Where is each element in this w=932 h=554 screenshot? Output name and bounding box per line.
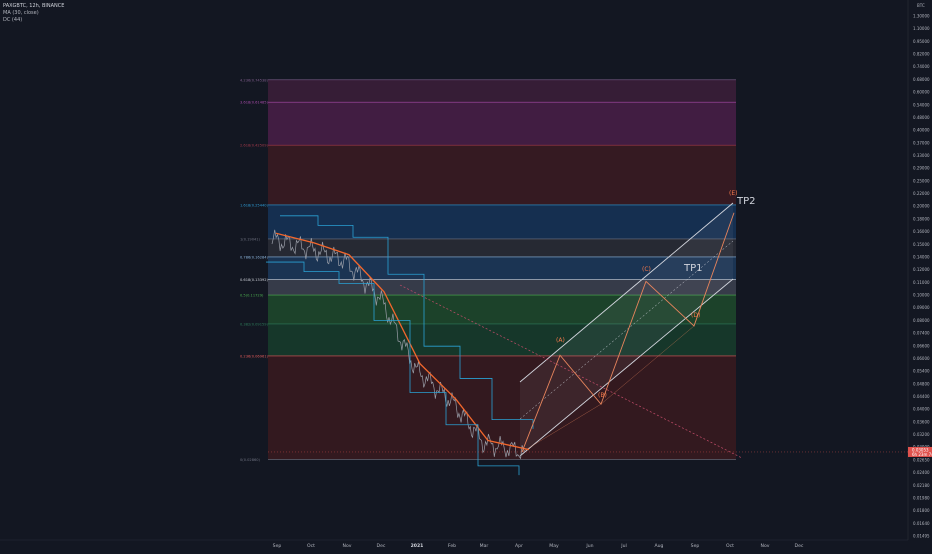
price-axis-tick: 0.82000 xyxy=(913,52,930,57)
price-axis-tick: 0.06600 xyxy=(913,343,930,348)
price-axis-tick: 0.18000 xyxy=(913,216,930,221)
price-axis-tick: 0.22000 xyxy=(913,191,930,196)
price-axis-tick: 0.01980 xyxy=(913,495,930,500)
price-axis-tick: 0.07400 xyxy=(913,331,930,336)
time-axis-label: Aug xyxy=(655,543,664,549)
price-axis-tick: 0.48000 xyxy=(913,115,930,120)
wave-label-a: (A) xyxy=(556,337,565,344)
tp1-label: TP1 xyxy=(683,263,703,274)
time-axis-label: Dec xyxy=(795,543,804,549)
time-axis-label: Nov xyxy=(343,543,352,549)
price-axis-tick: 0.04800 xyxy=(913,381,930,386)
price-axis-tick: 0.04400 xyxy=(913,394,930,399)
fib-level-label: 0.236(0.06961) xyxy=(240,354,269,358)
time-axis-label: May xyxy=(549,543,559,549)
fib-level-label: 4.236(0.74538) xyxy=(240,78,269,82)
time-axis-label: Jun xyxy=(585,543,593,549)
price-axis-tick: 0.14000 xyxy=(913,254,930,259)
price-axis-tick: 0.04000 xyxy=(913,407,930,412)
price-axis-tick: 0.40000 xyxy=(913,128,930,133)
price-axis-tick: 1.10000 xyxy=(913,26,930,31)
price-axis-tick: 0.02650 xyxy=(913,457,930,462)
price-axis-tick: 0.20000 xyxy=(913,204,930,209)
price-axis-tick: 0.33000 xyxy=(913,153,930,158)
dc-indicator-label[interactable]: DC (44) xyxy=(3,17,64,24)
time-axis-label: Feb xyxy=(448,543,456,549)
price-axis-tick: 0.02180 xyxy=(913,483,930,488)
price-axis-tick: 0.01800 xyxy=(913,508,930,513)
fib-level-label: 0.5(0.11729) xyxy=(240,294,264,298)
price-axis-tick: 0.60000 xyxy=(913,90,930,95)
fib-level-label: 0.786(0.16284) xyxy=(240,255,269,259)
fib-level-label: 0.382(0.09159) xyxy=(240,322,269,326)
price-axis-tick: 0.95000 xyxy=(913,39,930,44)
time-axis-label: Sep xyxy=(691,543,700,549)
price-axis-tick: 1.30000 xyxy=(913,14,930,19)
fib-zone xyxy=(268,238,736,257)
fib-zone xyxy=(268,79,736,103)
time-axis-label: Nov xyxy=(761,543,770,549)
tp2-label: TP2 xyxy=(736,196,756,207)
wave-label-c: (C) xyxy=(642,266,651,273)
price-axis-tick: 0.01640 xyxy=(913,521,930,526)
price-axis-tick: 0.11000 xyxy=(913,280,930,285)
symbol-title[interactable]: PAXGBTC, 12h, BINANCE xyxy=(3,3,64,10)
price-axis-tick: 0.54000 xyxy=(913,102,930,107)
price-axis-tick: 0.03600 xyxy=(913,419,930,424)
time-axis-label: 2021 xyxy=(411,543,424,549)
price-axis-tick: 0.03200 xyxy=(913,432,930,437)
price-axis-tick: 0.06000 xyxy=(913,356,930,361)
price-axis-tick: 0.29000 xyxy=(913,166,930,171)
price-axis-tick: 0.08000 xyxy=(913,318,930,323)
currency-label: BTC xyxy=(917,3,925,8)
fib-zone xyxy=(268,102,736,146)
fib-zone xyxy=(268,204,736,239)
wave-label-b: (B) xyxy=(598,392,607,399)
price-axis-tick: 0.09000 xyxy=(913,305,930,310)
time-axis-label: Apr xyxy=(515,543,523,549)
chart-legend: PAXGBTC, 12h, BINANCE MA (30, close) DC … xyxy=(3,3,64,24)
price-axis-tick: 0.01495 xyxy=(913,534,930,539)
fib-level-label: 0(0.02860) xyxy=(240,458,261,462)
time-axis-label: Sep xyxy=(273,543,282,549)
ma-indicator-label[interactable]: MA (30, close) xyxy=(3,10,64,17)
fib-level-label: 0.618(0.13392) xyxy=(240,278,269,282)
price-axis-bg xyxy=(908,0,932,550)
price-axis-tick: 0.68000 xyxy=(913,77,930,82)
price-axis-tick: 0.12000 xyxy=(913,267,930,272)
wave-label-d: (D) xyxy=(691,312,700,319)
price-axis-tick: 0.10000 xyxy=(913,293,930,298)
fib-zone xyxy=(268,145,736,205)
price-axis-tick: 0.16000 xyxy=(913,229,930,234)
price-axis-tick: 0.37000 xyxy=(913,140,930,145)
time-axis-bg xyxy=(0,540,932,550)
time-axis-label: Mar xyxy=(480,543,489,549)
fib-level-label: 1.618(0.25440) xyxy=(240,203,269,207)
time-axis-label: Jul xyxy=(620,543,627,549)
time-axis-label: Oct xyxy=(307,543,315,549)
time-axis-label: Dec xyxy=(377,543,386,549)
price-axis-tick: 0.25000 xyxy=(913,178,930,183)
time-axis-label: Oct xyxy=(726,543,734,549)
chart-canvas[interactable]: 4.236(0.74538) 3.618(0.61485) 2.618(0.4250… xyxy=(0,0,932,550)
current-price-timer: 6h 23m 7s xyxy=(912,452,932,457)
price-axis-tick: 0.74000 xyxy=(913,64,930,69)
price-axis-tick: 0.05400 xyxy=(913,369,930,374)
price-axis-tick: 0.15000 xyxy=(913,242,930,247)
fib-level-label: 1(0.19041) xyxy=(240,237,261,241)
fib-level-label: 2.618(0.42509) xyxy=(240,144,269,148)
price-axis-tick: 0.02400 xyxy=(913,470,930,475)
chart-root[interactable]: 4.236(0.74538) 3.618(0.61485) 2.618(0.4250… xyxy=(0,0,932,550)
fib-level-label: 3.618(0.61485) xyxy=(240,101,269,105)
